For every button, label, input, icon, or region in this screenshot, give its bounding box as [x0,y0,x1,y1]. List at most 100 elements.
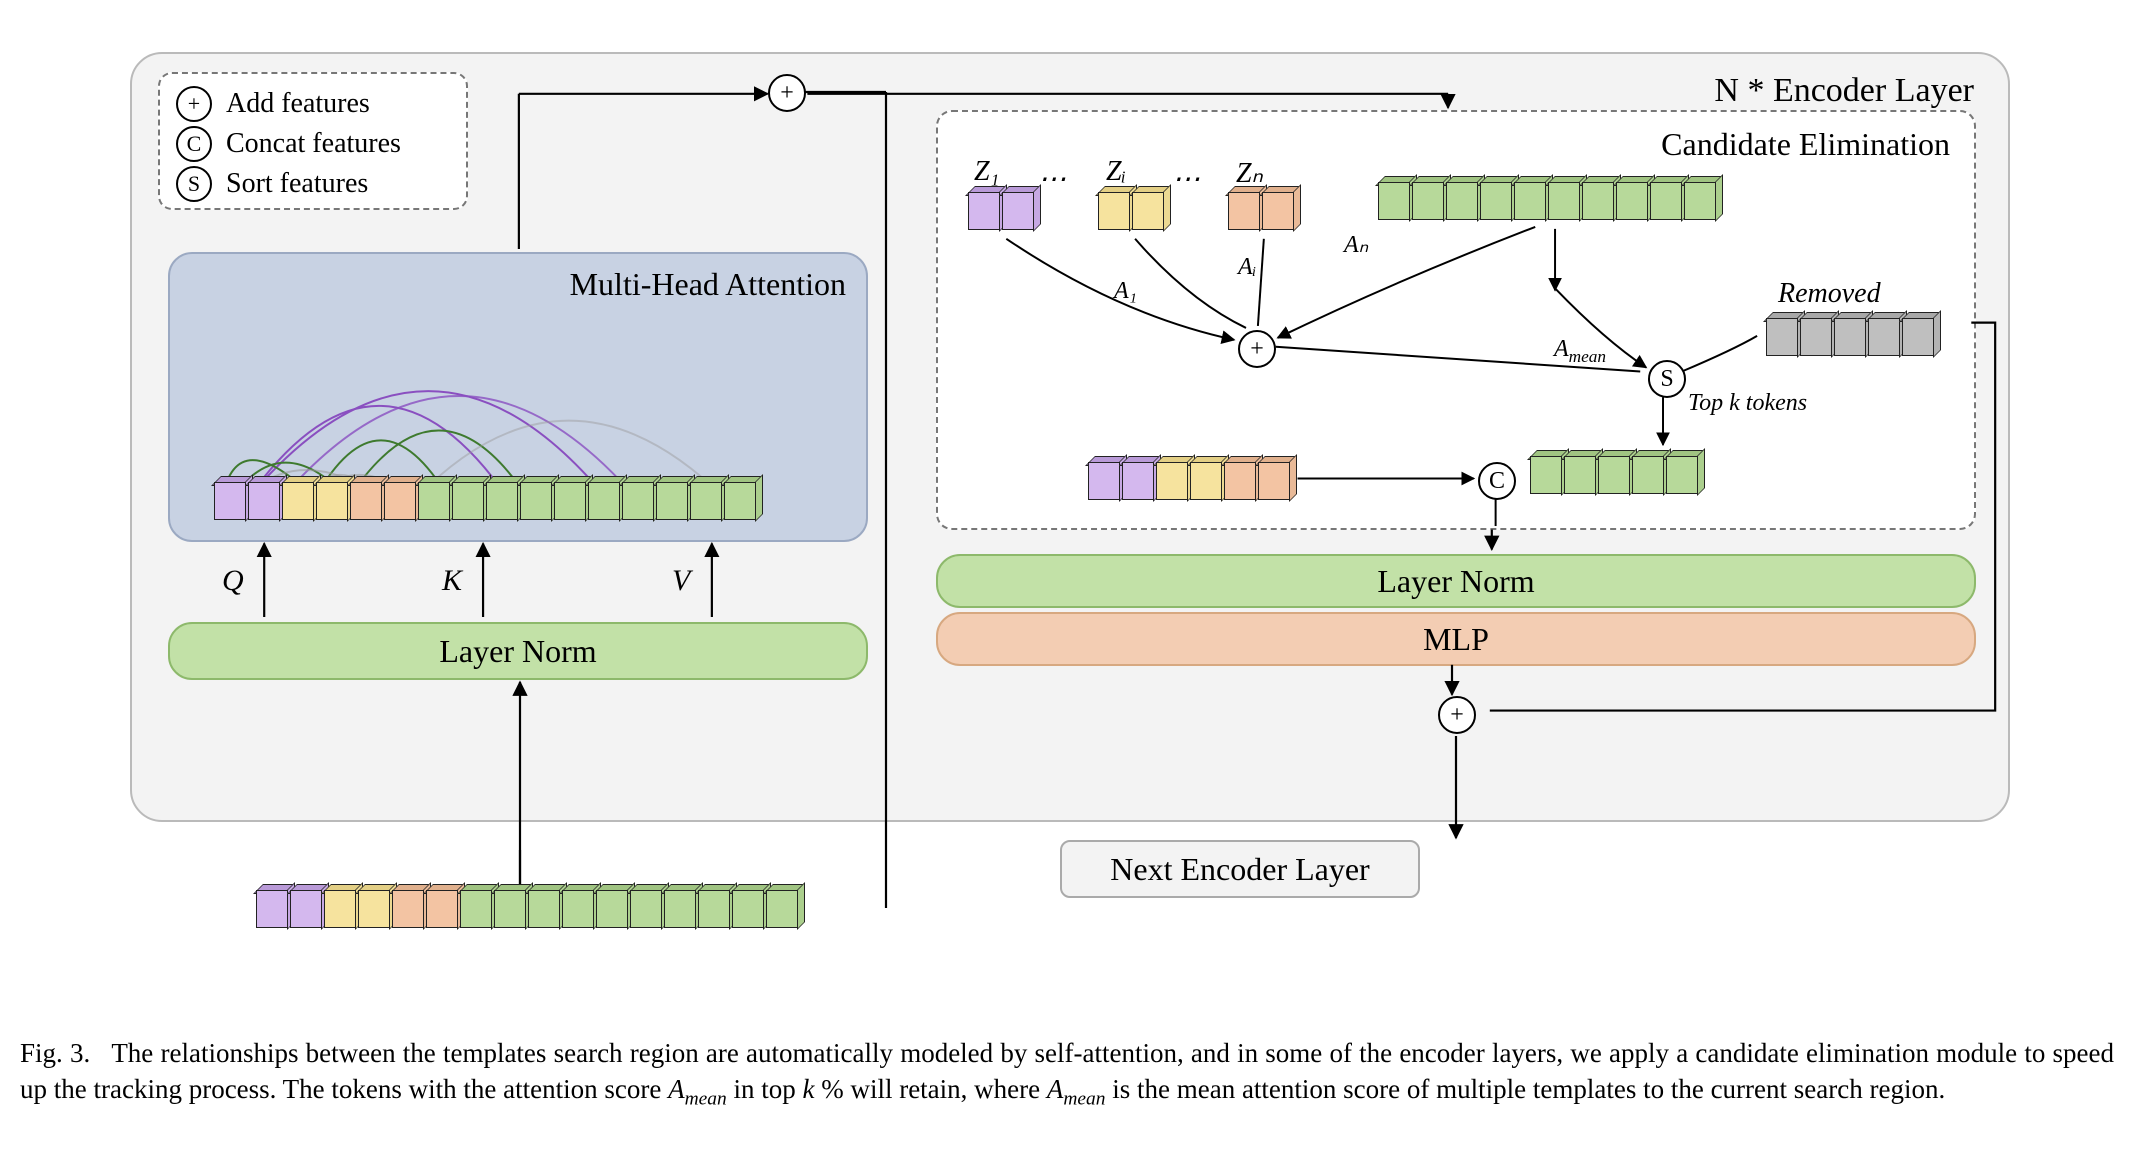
token-green [732,890,766,930]
token-green [1378,182,1412,222]
zn-tokens [1228,192,1296,232]
token-green [622,482,656,522]
token-yellow [324,890,358,930]
removed-label: Removed [1778,278,1881,310]
token-grey [1800,318,1834,358]
legend-sort: S Sort features [176,164,450,204]
legend-concat-label: Concat features [226,128,401,160]
architecture-diagram: N * Encoder Layer + Add features C Conca… [20,20,2114,1030]
z1-label: Z₁ [974,156,999,188]
token-green [554,482,588,522]
sort-op-ce: S [1648,360,1686,398]
ai-label: Aᵢ [1238,254,1256,281]
add-op-bottom: + [1438,696,1476,734]
mlp-block: MLP [936,612,1976,666]
mha-title: Multi-Head Attention [570,266,846,303]
an-label: Aₙ [1344,230,1368,259]
next-encoder-layer: Next Encoder Layer [1060,840,1420,898]
topk-tokens [1530,456,1700,496]
zi-label: Zᵢ [1106,156,1126,188]
z1-tokens [968,192,1036,232]
zn-label: Zₙ [1236,156,1263,190]
token-peach [1262,192,1296,232]
token-purple [1088,462,1122,502]
fig-label: Fig. [20,1038,63,1068]
token-green [698,890,732,930]
legend-add: + Add features [176,84,450,124]
add-op-top: + [768,74,806,112]
caption-text-4: is the mean attention score of multiple … [1112,1074,1945,1104]
amean-label: Amean [1554,336,1606,367]
token-purple [1002,192,1036,232]
encoder-title: N * Encoder Layer [1714,72,1974,110]
legend-sort-label: Sort features [226,168,368,200]
token-green [460,890,494,930]
token-peach [1224,462,1258,502]
token-green [690,482,724,522]
token-green [1616,182,1650,222]
mha-token-row [214,482,758,522]
token-peach [426,890,460,930]
layernorm-left: Layer Norm [168,622,868,680]
token-green [596,890,630,930]
attention-score-tokens [1378,182,1718,222]
token-green [1632,456,1666,496]
token-green [1446,182,1480,222]
token-green [664,890,698,930]
legend-concat: C Concat features [176,124,450,164]
token-green [724,482,758,522]
token-purple [248,482,282,522]
encoder-layer-panel: N * Encoder Layer + Add features C Conca… [130,52,2010,822]
token-yellow [316,482,350,522]
sort-op-icon: S [176,166,212,202]
token-green [656,482,690,522]
token-green [1412,182,1446,222]
input-token-row [256,890,800,930]
token-green [520,482,554,522]
token-purple [256,890,290,930]
token-grey [1834,318,1868,358]
token-peach [1258,462,1292,502]
legend-add-label: Add features [226,88,370,120]
token-green [588,482,622,522]
token-green [766,890,800,930]
concat-op-icon: C [176,126,212,162]
token-green [1650,182,1684,222]
token-purple [968,192,1002,232]
token-yellow [1190,462,1224,502]
token-purple [214,482,248,522]
token-purple [290,890,324,930]
token-green [1582,182,1616,222]
token-yellow [1156,462,1190,502]
token-green [486,482,520,522]
token-green [494,890,528,930]
caption-text-3: % will retain, where [821,1074,1047,1104]
token-peach [392,890,426,930]
token-green [630,890,664,930]
token-green [1684,182,1718,222]
fig-number: 3 [70,1038,84,1068]
token-yellow [1132,192,1166,232]
token-green [418,482,452,522]
token-green [1480,182,1514,222]
concat-op-ce: C [1478,462,1516,500]
dots2: ⋯ [1172,162,1200,196]
dots1: ⋯ [1038,162,1066,196]
layernorm-right: Layer Norm [936,554,1976,608]
token-purple [1122,462,1156,502]
candidate-elimination-panel: Candidate Elimination Z₁ ⋯ Zᵢ ⋯ Zₙ A₁ Aᵢ… [936,110,1976,530]
token-green [1548,182,1582,222]
token-peach [350,482,384,522]
v-label: V [672,564,690,598]
figure-caption: Fig. 3. The relationships between the te… [20,1036,2114,1112]
token-green [562,890,596,930]
token-green [1598,456,1632,496]
plus-op-icon: + [176,86,212,122]
removed-tokens [1766,318,1936,358]
template-tokens-bottom [1088,462,1292,502]
token-grey [1868,318,1902,358]
token-green [1666,456,1700,496]
caption-text-2: in top [733,1074,802,1104]
token-peach [1228,192,1262,232]
a1-label: A₁ [1114,278,1137,305]
